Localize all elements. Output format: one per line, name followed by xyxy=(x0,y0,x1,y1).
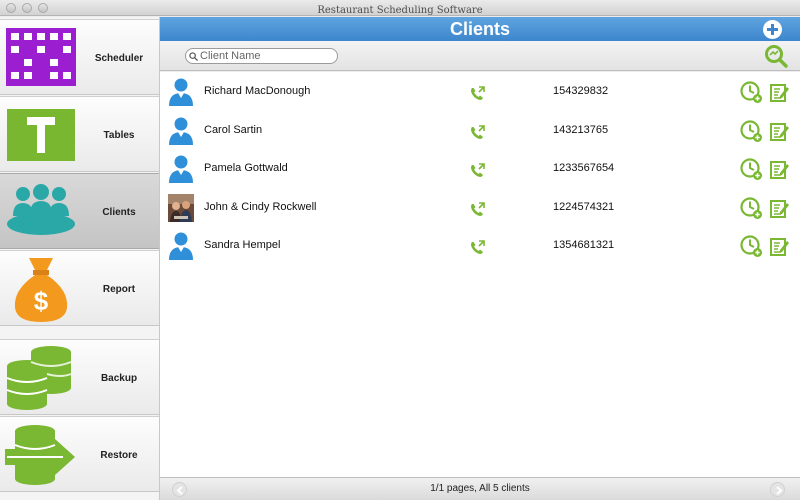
client-phone: 143213765 xyxy=(553,123,609,136)
svg-text:$: $ xyxy=(34,286,49,316)
client-phone: 1233567654 xyxy=(553,162,615,174)
client-list: Richard MacDonough 154329832 Carol Sartin 1… xyxy=(160,72,800,477)
client-phone: 1354681321 xyxy=(553,239,615,251)
close-window-button[interactable] xyxy=(6,3,16,13)
sidebar-item-report[interactable]: $ Report xyxy=(0,250,159,326)
call-client-icon[interactable] xyxy=(469,201,486,218)
search-icon xyxy=(189,52,198,61)
client-name: Sandra Hempel xyxy=(204,239,281,251)
call-client-icon[interactable] xyxy=(469,239,486,256)
client-name: Carol Sartin xyxy=(204,123,263,136)
footer-bar: 1/1 pages, All 5 clients xyxy=(160,477,800,500)
edit-client-icon[interactable] xyxy=(769,82,790,103)
edit-client-icon[interactable] xyxy=(769,198,790,219)
table-row[interactable]: Pamela Gottwald 1233567654 xyxy=(160,149,800,187)
person-icon xyxy=(169,117,193,145)
zoom-window-button[interactable] xyxy=(38,3,48,13)
client-name: Richard MacDonough xyxy=(204,85,311,97)
title-bar: Restaurant Scheduling Software xyxy=(0,0,800,16)
edit-client-icon[interactable] xyxy=(769,159,790,180)
page-header: Clients xyxy=(160,17,800,41)
sidebar-item-tables[interactable]: Tables xyxy=(0,96,159,172)
find-client-button[interactable] xyxy=(764,44,788,68)
schedule-reservation-icon[interactable] xyxy=(740,119,763,143)
app-window: Restaurant Scheduling Software Scheduler xyxy=(0,0,800,500)
money-bag-icon: $ xyxy=(14,258,68,322)
minimize-window-button[interactable] xyxy=(22,3,32,13)
client-phone: 1224574321 xyxy=(553,200,615,213)
client-name: John & Cindy Rockwell xyxy=(204,200,317,213)
person-icon xyxy=(169,155,193,183)
sidebar-item-scheduler[interactable]: Scheduler xyxy=(0,19,159,95)
next-page-button[interactable] xyxy=(770,482,785,497)
schedule-reservation-icon[interactable] xyxy=(740,81,763,104)
sidebar-item-label: Tables xyxy=(103,130,135,141)
edit-client-icon[interactable] xyxy=(769,236,790,257)
tables-icon xyxy=(7,109,75,161)
sidebar-item-clients[interactable]: Clients xyxy=(0,173,159,249)
schedule-reservation-icon[interactable] xyxy=(740,158,763,181)
page-title: Clients xyxy=(449,19,510,39)
sidebar-item-label: Clients xyxy=(102,207,136,218)
pagination-status: 1/1 pages, All 5 clients xyxy=(430,483,530,494)
clients-icon xyxy=(7,184,75,235)
table-row[interactable]: John & Cindy Rockwell 1224574321 xyxy=(160,188,800,226)
person-icon xyxy=(169,232,193,260)
table-row[interactable]: Carol Sartin 143213765 xyxy=(160,111,800,149)
sidebar-item-backup[interactable]: Backup xyxy=(0,339,159,415)
client-name: Pamela Gottwald xyxy=(204,162,288,174)
schedule-reservation-icon[interactable] xyxy=(740,196,763,220)
sidebar-item-label: Report xyxy=(102,284,136,295)
sidebar-item-label: Restore xyxy=(100,450,138,461)
search-box xyxy=(185,48,338,64)
database-restore-icon xyxy=(5,425,75,485)
client-name-search-input[interactable] xyxy=(200,50,334,62)
sidebar-item-label: Backup xyxy=(100,373,138,384)
call-client-icon[interactable] xyxy=(469,162,486,179)
arrow-right-icon xyxy=(776,486,783,495)
database-backup-icon xyxy=(6,346,72,410)
table-row[interactable]: Richard MacDonough 154329832 xyxy=(160,72,800,110)
table-row[interactable]: Sandra Hempel 1354681321 xyxy=(160,226,800,264)
window-title: Restaurant Scheduling Software xyxy=(317,5,483,16)
call-client-icon[interactable] xyxy=(469,124,486,141)
schedule-reservation-icon[interactable] xyxy=(740,235,763,258)
sidebar: Scheduler Tables Clients $ Report Backup… xyxy=(0,17,160,500)
client-phone: 154329832 xyxy=(553,85,609,97)
search-bar xyxy=(160,41,800,71)
call-client-icon[interactable] xyxy=(469,85,486,102)
sidebar-item-restore[interactable]: Restore xyxy=(0,416,159,492)
edit-client-icon[interactable] xyxy=(769,121,790,142)
sidebar-item-label: Scheduler xyxy=(94,53,144,64)
add-client-button[interactable] xyxy=(763,20,782,39)
calendar-icon xyxy=(6,28,76,86)
client-photo xyxy=(168,193,194,222)
person-icon xyxy=(169,78,193,106)
